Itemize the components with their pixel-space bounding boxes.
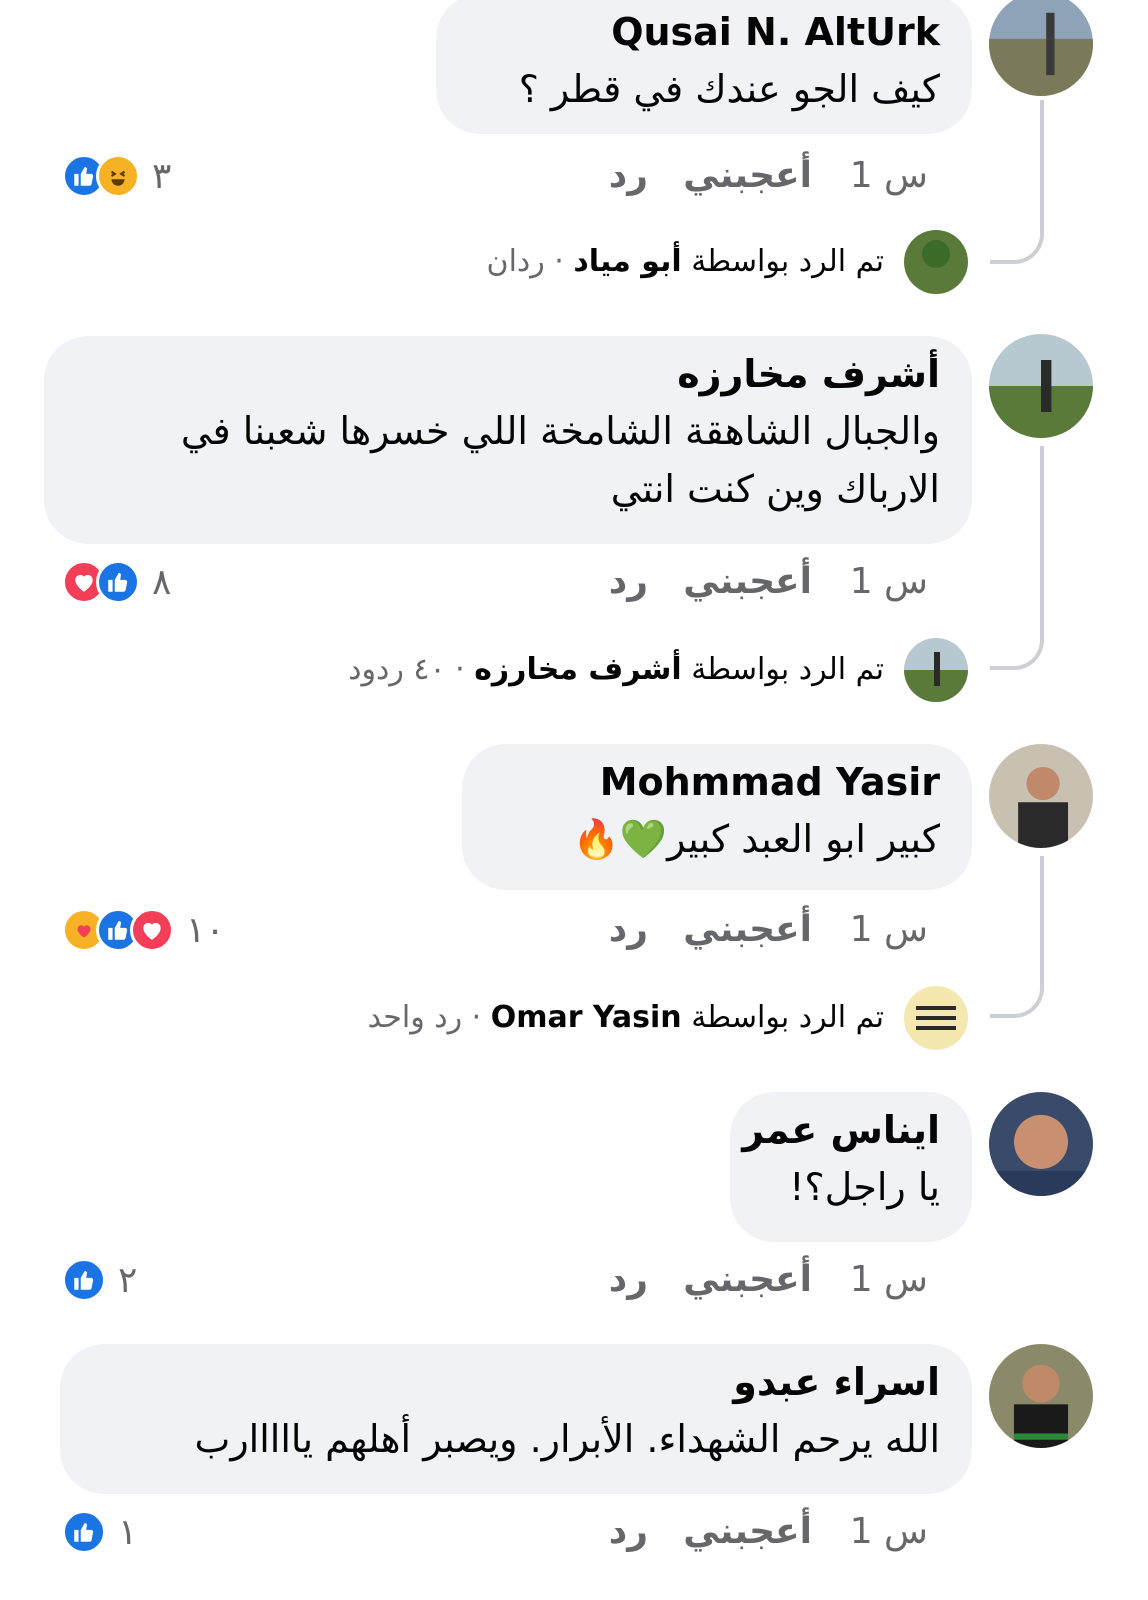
avatar[interactable]: [989, 334, 1093, 438]
comment-author[interactable]: Mohmmad Yasir: [494, 754, 940, 810]
comment-author[interactable]: ايناس عمر: [742, 1102, 940, 1158]
comment-author[interactable]: أشرف مخارزه: [76, 346, 940, 402]
comment-text: يا راجل؟!: [789, 1165, 940, 1209]
comment-time[interactable]: 1 س: [850, 1502, 928, 1562]
comment-time[interactable]: 1 س: [850, 1250, 928, 1310]
comment-text: الله يرحم الشهداء. الأبرار. ويصبر أهلهم …: [194, 1417, 940, 1461]
like-button[interactable]: أعجبني: [683, 146, 812, 206]
reaction-count: ١٠: [186, 909, 225, 951]
comment-bubble: Mohmmad Yasir كبير ابو العبد كبير💚🔥: [462, 744, 972, 890]
reply-button[interactable]: رد: [609, 900, 648, 960]
avatar[interactable]: [989, 1092, 1093, 1196]
reactions-summary[interactable]: ١: [62, 1502, 137, 1562]
reply-avatar: [904, 638, 968, 702]
reactions-summary[interactable]: ٢: [62, 1250, 137, 1310]
comment-bubble: أشرف مخارزه والجبال الشاهقة الشامخة اللي…: [44, 336, 972, 544]
reply-button[interactable]: رد: [609, 146, 648, 206]
replies-text[interactable]: تم الرد بواسطة أشرف مخارزه · ٤٠ ردود: [348, 638, 884, 702]
comment-time[interactable]: 1 س: [850, 900, 928, 960]
replies-text[interactable]: تم الرد بواسطة أبو مياد · ردان: [487, 230, 884, 294]
comment-text: كبير ابو العبد كبير💚🔥: [572, 817, 941, 861]
reaction-count: ١: [118, 1511, 138, 1553]
replies-text[interactable]: تم الرد بواسطة Omar Yasin · رد واحد: [368, 986, 884, 1050]
comment-bubble: Qusai N. AltUrk كيف الجو عندك في قطر ؟: [436, 0, 972, 134]
reaction-count: ٢: [118, 1259, 138, 1301]
love-icon: [130, 908, 174, 952]
reply-connector: [990, 446, 1044, 670]
like-button[interactable]: أعجبني: [683, 1250, 812, 1310]
comment-actions: 1 س أعجبني رد ٢: [0, 1250, 1148, 1310]
reply-button[interactable]: رد: [609, 552, 648, 612]
like-button[interactable]: أعجبني: [683, 900, 812, 960]
comment-actions: 1 س أعجبني رد ١٠: [0, 900, 1148, 960]
avatar[interactable]: [989, 744, 1093, 848]
haha-icon: [96, 154, 140, 198]
like-button[interactable]: أعجبني: [683, 1502, 812, 1562]
reply-avatar: [904, 230, 968, 294]
view-replies[interactable]: تم الرد بواسطة أشرف مخارزه · ٤٠ ردود: [0, 638, 1148, 702]
like-icon: [96, 560, 140, 604]
view-replies[interactable]: تم الرد بواسطة أبو مياد · ردان: [0, 230, 1148, 294]
comment-actions: 1 س أعجبني رد ٨: [0, 552, 1148, 612]
reply-button[interactable]: رد: [609, 1502, 648, 1562]
reply-button[interactable]: رد: [609, 1250, 648, 1310]
view-replies[interactable]: تم الرد بواسطة Omar Yasin · رد واحد: [0, 986, 1148, 1050]
like-icon: [62, 1258, 106, 1302]
like-icon: [62, 1510, 106, 1554]
reactions-summary[interactable]: ٣: [62, 146, 171, 206]
reaction-count: ٣: [152, 155, 172, 197]
reactions-summary[interactable]: ١٠: [62, 900, 225, 960]
reaction-count: ٨: [152, 561, 172, 603]
reactions-summary[interactable]: ٨: [62, 552, 171, 612]
comment-time[interactable]: 1 س: [850, 552, 928, 612]
comments-thread: Qusai N. AltUrk كيف الجو عندك في قطر ؟ 1…: [0, 0, 1148, 1600]
comment-text: كيف الجو عندك في قطر ؟: [518, 67, 940, 111]
comment-bubble: ايناس عمر يا راجل؟!: [730, 1092, 972, 1242]
comment-author[interactable]: اسراء عبدو: [92, 1354, 940, 1410]
avatar[interactable]: [989, 1344, 1093, 1448]
comment-text: والجبال الشاهقة الشامخة اللي خسرها شعبنا…: [180, 409, 940, 511]
like-button[interactable]: أعجبني: [683, 552, 812, 612]
comment-actions: 1 س أعجبني رد ٣: [0, 146, 1148, 206]
avatar[interactable]: [989, 0, 1093, 96]
comment-author[interactable]: Qusai N. AltUrk: [468, 4, 940, 60]
comment-actions: 1 س أعجبني رد ١: [0, 1502, 1148, 1562]
comment-bubble: اسراء عبدو الله يرحم الشهداء. الأبرار. و…: [60, 1344, 972, 1494]
comment-time[interactable]: 1 س: [850, 146, 928, 206]
reply-avatar: [904, 986, 968, 1050]
